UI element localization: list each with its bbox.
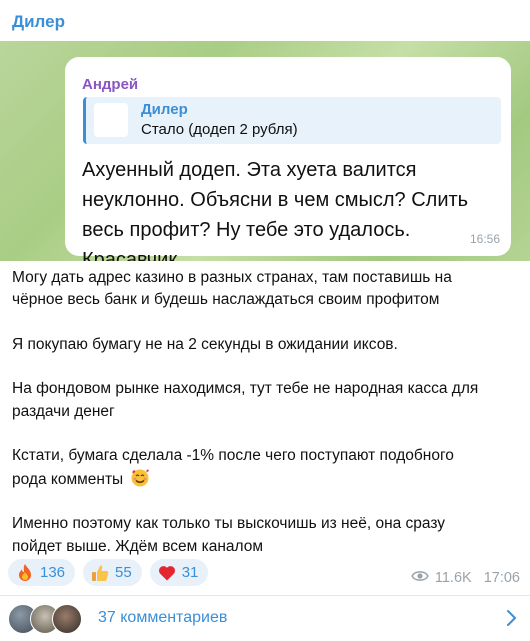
reply-thumbnail — [94, 103, 128, 137]
reply-text: Стало (додеп 2 рубля) — [141, 121, 298, 138]
reaction-fire[interactable]: 136 — [8, 559, 76, 586]
reply-author: Дилер — [141, 101, 188, 118]
heart-icon — [157, 563, 177, 583]
reply-quote: Дилер Стало (додеп 2 рубля) — [83, 97, 501, 144]
eye-icon — [411, 570, 429, 586]
chevron-right-icon — [504, 609, 518, 627]
reaction-count: 55 — [115, 564, 132, 581]
post-meta: 11.6K 17:06 — [411, 570, 520, 586]
comments-button[interactable]: 37 комментариев — [0, 596, 530, 641]
reaction-count: 136 — [40, 564, 66, 581]
comments-label: 37 комментариев — [98, 609, 228, 626]
reactions-bar: 136 55 31 — [8, 559, 209, 586]
paragraph-4: Кстати, бумага сделала -1% после чего по… — [12, 447, 454, 488]
post-time: 17:06 — [483, 570, 520, 586]
avatar — [52, 604, 82, 634]
paragraph-5: Именно поэтому как только ты выскочишь и… — [12, 515, 446, 555]
bubble-message-text: Ахуенный додеп. Эта хуета валится неукло… — [82, 159, 469, 261]
paragraph-2: Я покупаю бумагу не на 2 секунды в ожида… — [12, 335, 398, 353]
reaction-count: 31 — [181, 564, 199, 581]
post-text: Могу дать адрес казино в разных странах,… — [12, 267, 520, 558]
paragraph-1: Могу дать адрес казино в разных странах,… — [12, 269, 452, 309]
smiling-face-with-hearts-icon — [130, 468, 150, 488]
reaction-thumbs-up[interactable]: 55 — [83, 559, 142, 586]
thumbs-up-icon — [90, 563, 110, 583]
paragraph-3: На фондовом рынке находимся, тут тебе не… — [12, 380, 479, 420]
message-bubble: Андрей Дилер Стало (додеп 2 рубля) Ахуен… — [65, 57, 511, 261]
views-count: 11.6K — [434, 570, 472, 586]
forwarded-screenshot[interactable]: Андрей Дилер Стало (додеп 2 рубля) Ахуен… — [0, 41, 530, 261]
commenter-avatars — [8, 604, 88, 634]
bubble-timestamp: 16:56 — [469, 232, 500, 246]
fire-icon — [15, 563, 35, 583]
reaction-heart[interactable]: 31 — [149, 559, 209, 586]
sender-name: Андрей — [82, 76, 139, 93]
channel-title[interactable]: Дилер — [12, 12, 65, 32]
